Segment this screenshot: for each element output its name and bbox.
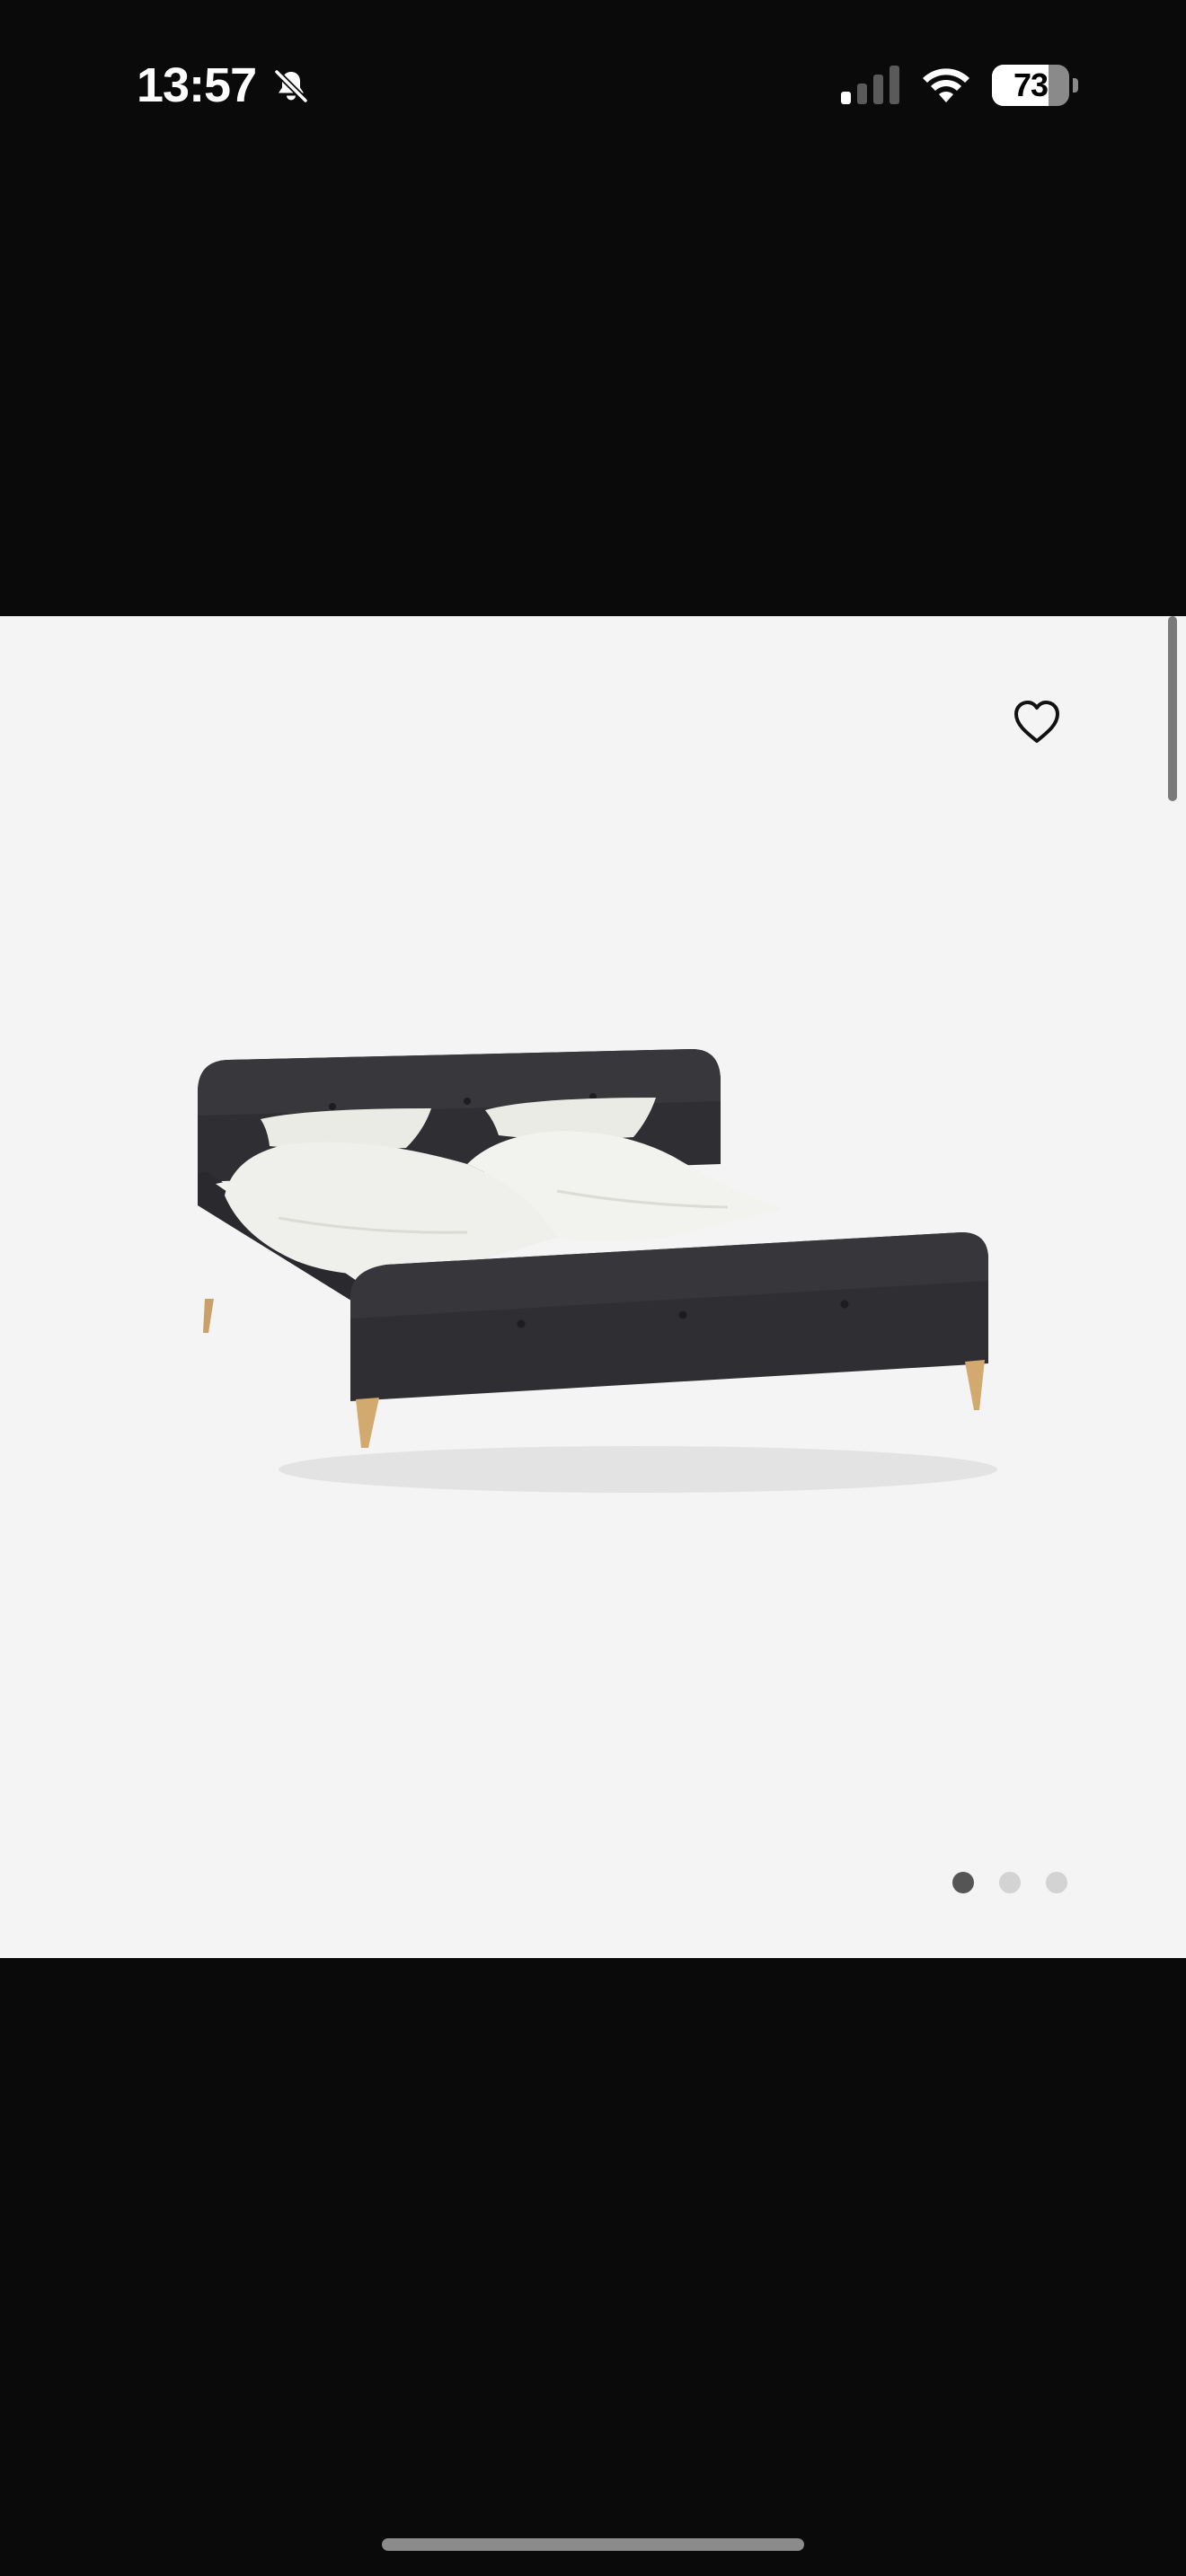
- cellular-signal-icon: [841, 66, 899, 104]
- pagination-dot[interactable]: [952, 1872, 974, 1893]
- pagination-dot[interactable]: [999, 1872, 1021, 1893]
- bell-slash-icon: [274, 69, 308, 103]
- scrollbar[interactable]: [1168, 616, 1177, 801]
- bed-product-image: [198, 1049, 997, 1493]
- status-time: 13:57: [137, 58, 257, 112]
- image-pagination: [952, 1872, 1067, 1893]
- status-bar: 13:57 73: [0, 0, 1186, 171]
- heart-outline-icon[interactable]: [1008, 693, 1066, 751]
- pagination-dot[interactable]: [1046, 1872, 1067, 1893]
- wifi-icon: [923, 68, 969, 102]
- product-image-gallery[interactable]: [0, 616, 1186, 1958]
- battery-icon: 73: [992, 65, 1078, 106]
- battery-level: 73: [1013, 66, 1049, 103]
- home-indicator[interactable]: [382, 2538, 804, 2551]
